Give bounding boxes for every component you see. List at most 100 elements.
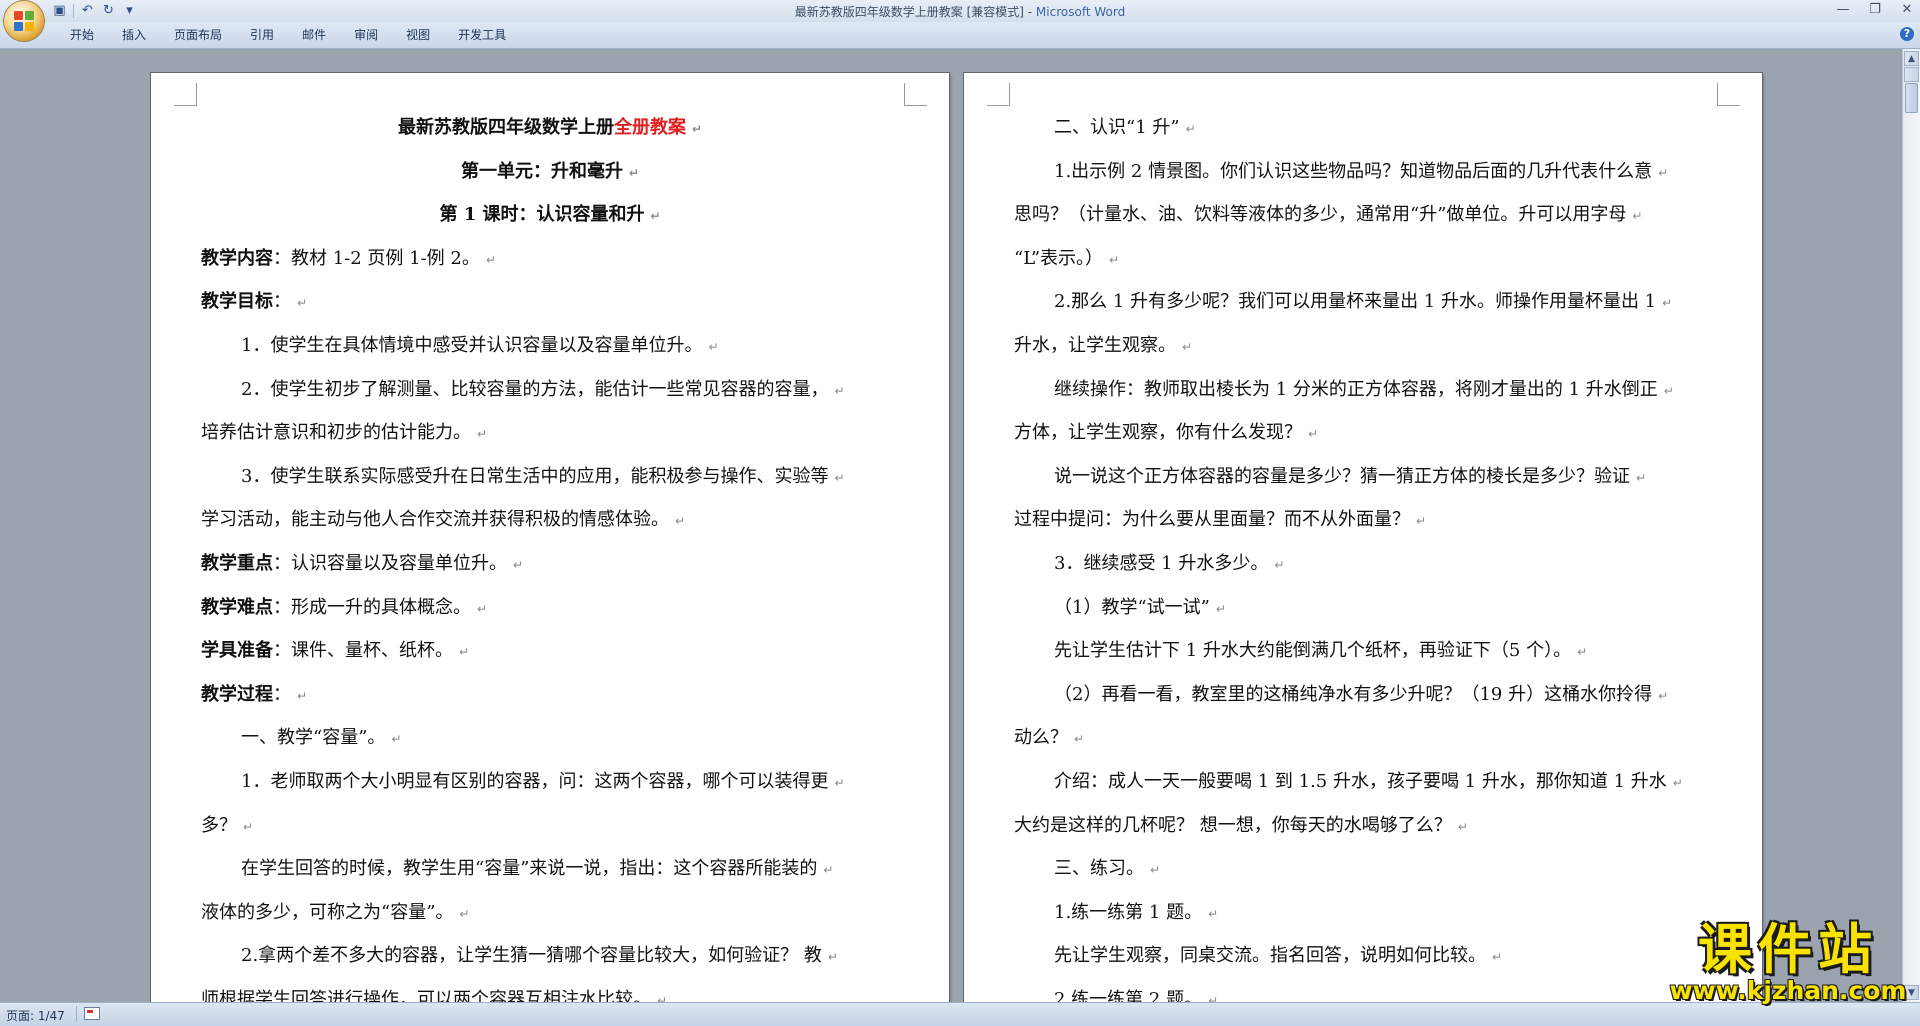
ribbon: 开始 插入 页面布局 引用 邮件 审阅 视图 开发工具 ? [0,22,1920,49]
paragraph-mark-icon: ↵ [297,688,308,703]
body-paragraph: 继续操作：教师取出棱长为 1 分米的正方体容器，将刚才量出的 1 升水倒正 ↵ [1014,369,1712,413]
margin-corner-mark [1717,83,1740,106]
body-paragraph: 介绍：成人一天一般要喝 1 到 1.5 升水，孩子要喝 1 升水，那你知道 1 … [1014,761,1712,805]
section-label: 教学目标 [201,291,273,313]
ruler-toggle-icon[interactable] [1904,67,1919,82]
section-label: 学具准备 [201,640,273,662]
paragraph-text: 1.练一练第 1 题。 [1054,901,1203,923]
paragraph-text: 2.拿两个差不多大的容器，让学生猜一猜哪个容量比较大，如何验证？ 教 [241,945,822,967]
tab-home[interactable]: 开始 [56,27,108,43]
body-paragraph: 升水，让学生观察。 ↵ [1014,325,1712,369]
tab-review[interactable]: 审阅 [340,27,392,43]
proofing-status-icon[interactable] [84,1007,100,1020]
body-paragraph: 学习活动，能主动与他人合作交流并获得积极的情感体验。 ↵ [201,499,899,543]
help-icon[interactable]: ? [1900,27,1914,41]
paragraph-text: 液体的多少，可称之为“容量”。 [201,901,454,923]
body-paragraph: 教学难点：形成一升的具体概念。 ↵ [201,587,899,631]
section-label: 教学内容 [201,247,273,269]
body-paragraph: 在学生回答的时候，教学生用“容量”来说一说，指出：这个容器所能装的 ↵ [201,848,899,892]
paragraph-mark-icon: ↵ [1308,427,1319,442]
body-paragraph: 说一说这个正方体容器的容量是多少？猜一猜正方体的棱长是多少？验证 ↵ [1014,456,1712,500]
document-title-line: 最新苏教版四年级数学上册全册教案 ↵ [201,107,899,151]
paragraph-text: 继续操作：教师取出棱长为 1 分米的正方体容器，将刚才量出的 1 升水倒正 [1054,378,1658,400]
paragraph-text: 在学生回答的时候，教学生用“容量”来说一说，指出：这个容器所能装的 [241,858,818,880]
paragraph-text: 3．继续感受 1 升水多少。 [1054,552,1269,574]
paragraph-text: 过程中提问：为什么要从里面量？而不从外面量？ [1014,509,1410,531]
close-icon[interactable]: ✕ [1900,2,1914,18]
paragraph-mark-icon: ↵ [1215,601,1226,616]
office-button[interactable] [4,1,44,41]
status-bar: 页面: 1/47 [0,1002,1920,1026]
restore-icon[interactable]: ❐ [1868,2,1882,18]
paragraph-mark-icon: ↵ [1185,122,1196,136]
paragraph-mark-icon: ↵ [650,209,661,224]
body-paragraph: 过程中提问：为什么要从里面量？而不从外面量？ ↵ [1014,499,1712,543]
body-paragraph: 1．老师取两个大小明显有区别的容器，问：这两个容器，哪个可以装得更 ↵ [201,761,899,805]
tab-insert[interactable]: 插入 [108,27,160,43]
tab-mailings[interactable]: 邮件 [288,27,340,43]
paragraph-text: 多？ [201,814,237,836]
site-watermark: 课件站 www.kjzhan.com [1668,918,1908,1005]
paragraph-text: 二、认识“1 升” [1054,117,1180,138]
paragraph-text: 思吗？（计量水、油、饮料等液体的多少，通常用“升”做单位。升可以用字母 [1014,204,1627,226]
page-count[interactable]: 页面: 1/47 [6,1007,65,1024]
body-paragraph: 教学重点：认识容量以及容量单位升。 ↵ [201,543,899,587]
margin-corner-mark [987,83,1010,106]
body-paragraph: 2.拿两个差不多大的容器，让学生猜一猜哪个容量比较大，如何验证？ 教 ↵ [201,935,899,979]
tab-page-layout[interactable]: 页面布局 [160,27,236,43]
section-label: 教学重点 [201,552,273,574]
body-paragraph: 先让学生观察，同桌交流。指名回答，说明如何比较。 ↵ [1014,935,1712,979]
paragraph-mark-icon: ↵ [1663,383,1674,398]
title-red: 全册教案 [613,117,686,138]
paragraph-mark-icon: ↵ [1182,339,1193,354]
paragraph-text: 一、教学“容量”。 [241,727,386,749]
body-paragraph: 思吗？（计量水、油、饮料等液体的多少，通常用“升”做单位。升可以用字母 ↵ [1014,194,1712,238]
body-paragraph: 液体的多少，可称之为“容量”。 ↵ [201,892,899,936]
tab-developer[interactable]: 开发工具 [444,27,520,43]
scroll-up-icon[interactable]: ▲ [1904,51,1919,66]
paragraph-mark-icon: ↵ [834,775,845,790]
tab-view[interactable]: 视图 [392,27,444,43]
body-paragraph: 教学目标： ↵ [201,281,899,325]
ribbon-tabs: 开始 插入 页面布局 引用 邮件 审阅 视图 开发工具 [56,27,520,43]
body-paragraph: 2.练一练第 2 题。 ↵ [1014,979,1712,1002]
document-page-right[interactable]: 二、认识“1 升” ↵ 1.出示例 2 情景图。你们认识这些物品吗？知道物品后面的几… [964,73,1762,1002]
paragraph-mark-icon: ↵ [1208,906,1219,921]
body-paragraph: 一、教学“容量”。 ↵ [201,717,899,761]
title-bar: ▣ ↶ ↻ ▾ 最新苏教版四年级数学上册教案 [兼容模式] - Microsof… [0,0,1920,41]
paragraph-text: 2．使学生初步了解测量、比较容量的方法，能估计一些常见容器的容量， [241,378,829,400]
vertical-scrollbar[interactable]: ▲ ▼ [1902,49,1920,1002]
paragraph-mark-icon: ↵ [1658,165,1669,180]
paragraph-mark-icon: ↵ [477,601,488,616]
body-paragraph: 2．使学生初步了解测量、比较容量的方法，能估计一些常见容器的容量， ↵ [201,369,899,413]
window-title: 最新苏教版四年级数学上册教案 [兼容模式] - Microsoft Word [0,3,1920,20]
paragraph-mark-icon: ↵ [513,557,524,572]
paragraph-mark-icon: ↵ [1416,514,1427,529]
window-controls: — ❐ ✕ [1836,2,1914,18]
watermark-title: 课件站 [1698,918,1878,981]
section-label: 教学难点 [201,596,273,618]
tab-references[interactable]: 引用 [236,27,288,43]
minimize-icon[interactable]: — [1836,2,1850,18]
watermark-url: www.kjzhan.com [1669,976,1907,1005]
paragraph-mark-icon: ↵ [675,514,686,529]
body-paragraph: 3．继续感受 1 升水多少。 ↵ [1014,543,1712,587]
paragraph-mark-icon: ↵ [459,906,470,921]
paragraph-text: ： [273,683,291,705]
body-paragraph: 2.那么 1 升有多少呢？我们可以用量杯来量出 1 升水。师操作用量杯量出 1 ↵ [1014,281,1712,325]
app-name: Microsoft Word [1035,5,1126,19]
paragraph-text: 师根据学生回答进行操作，可以两个容器互相注水比较。 [201,988,651,1002]
scrollbar-thumb[interactable] [1905,83,1918,113]
paragraph-mark-icon: ↵ [1662,296,1673,311]
paragraph-text: 动么？ [1014,727,1068,749]
paragraph-mark-icon: ↵ [657,993,668,1002]
body-paragraph: 师根据学生回答进行操作，可以两个容器互相注水比较。 ↵ [201,979,899,1002]
body-paragraph: 动么？ ↵ [1014,717,1712,761]
paragraph-text: 培养估计意识和初步的估计能力。 [201,422,471,444]
document-page-left[interactable]: 最新苏教版四年级数学上册全册教案 ↵ 第一单元：升和毫升 ↵ 第 1 课时：认识容量… [151,73,949,1002]
paragraph-mark-icon: ↵ [1658,688,1669,703]
body-paragraph: 教学过程： ↵ [201,674,899,718]
paragraph-text: ：认识容量以及容量单位升。 [273,552,507,574]
body-paragraph: 培养估计意识和初步的估计能力。 ↵ [201,412,899,456]
body-paragraph: 三、练习。 ↵ [1014,848,1712,892]
